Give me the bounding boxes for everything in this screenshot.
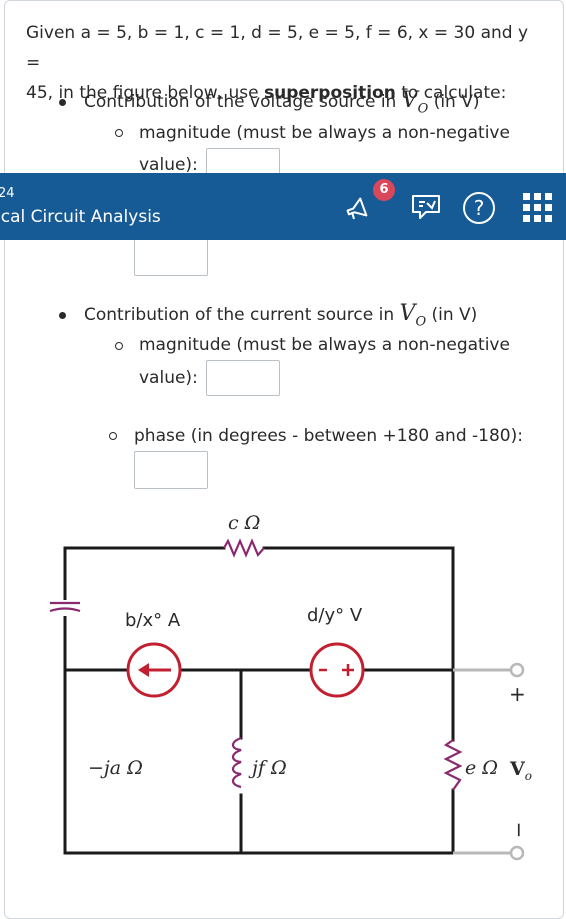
- resistor-c-label: c Ω: [228, 512, 261, 534]
- megaphone-icon[interactable]: [344, 197, 372, 227]
- chat-icon[interactable]: [410, 193, 442, 225]
- vo-output-label: Vo: [510, 758, 532, 783]
- bullet-voltage: [59, 99, 66, 106]
- voltage-label-suffix: (in V): [433, 92, 480, 112]
- current-magnitude-input[interactable]: [206, 360, 280, 396]
- section-number: 24: [0, 186, 15, 201]
- current-source-label: b/x° A: [125, 610, 181, 631]
- vo-symbol-2: VO: [399, 301, 427, 330]
- course-title: ical Circuit Analysis: [0, 207, 161, 227]
- vo-letter: V: [401, 88, 418, 113]
- help-icon[interactable]: ?: [462, 191, 496, 229]
- inductor-label: jf Ω: [252, 757, 287, 779]
- current-magnitude-label-1: magnitude (must be always a non-negative: [139, 335, 510, 355]
- output-minus-label: −: [507, 821, 532, 839]
- course-header-bar: 24 ical Circuit Analysis 6 ?: [0, 173, 566, 240]
- current-label-suffix: (in V): [431, 305, 478, 325]
- sub-bullet-voltage-magnitude: [115, 129, 123, 137]
- sub-bullet-current-phase: [109, 432, 117, 440]
- vo-output-sub: o: [524, 768, 532, 783]
- resistor-e-label: e Ω: [465, 757, 499, 779]
- current-magnitude-label-2: value):: [139, 368, 198, 388]
- intro-line-1: Given a = 5, b = 1, c = 1, d = 5, e = 5,…: [26, 23, 529, 73]
- svg-text:?: ?: [474, 196, 485, 220]
- output-plus-label: +: [509, 682, 526, 706]
- current-phase-label: phase (in degrees - between +180 and -18…: [134, 426, 523, 446]
- sub-bullet-current-magnitude: [115, 342, 123, 350]
- vo-symbol: VO: [401, 88, 429, 117]
- voltage-magnitude-label-1: magnitude (must be always a non-negative: [139, 123, 510, 143]
- current-phase-input[interactable]: [134, 451, 208, 489]
- capacitor-label: −ja Ω: [88, 757, 143, 779]
- bullet-current: [59, 312, 66, 319]
- voltage-phase-input[interactable]: [134, 238, 208, 276]
- grid-menu-icon[interactable]: [522, 192, 554, 228]
- voltage-source-label: d/y° V: [307, 605, 363, 626]
- vo-subscript-2: O: [415, 314, 427, 330]
- current-label-prefix: Contribution of the current source in: [84, 305, 400, 325]
- vo-output-letter: V: [510, 758, 525, 780]
- vo-letter-2: V: [399, 301, 416, 326]
- notification-badge: 6: [373, 179, 395, 201]
- voltage-label-prefix: Contribution of the voltage source in: [84, 92, 402, 112]
- vo-subscript: O: [417, 101, 429, 117]
